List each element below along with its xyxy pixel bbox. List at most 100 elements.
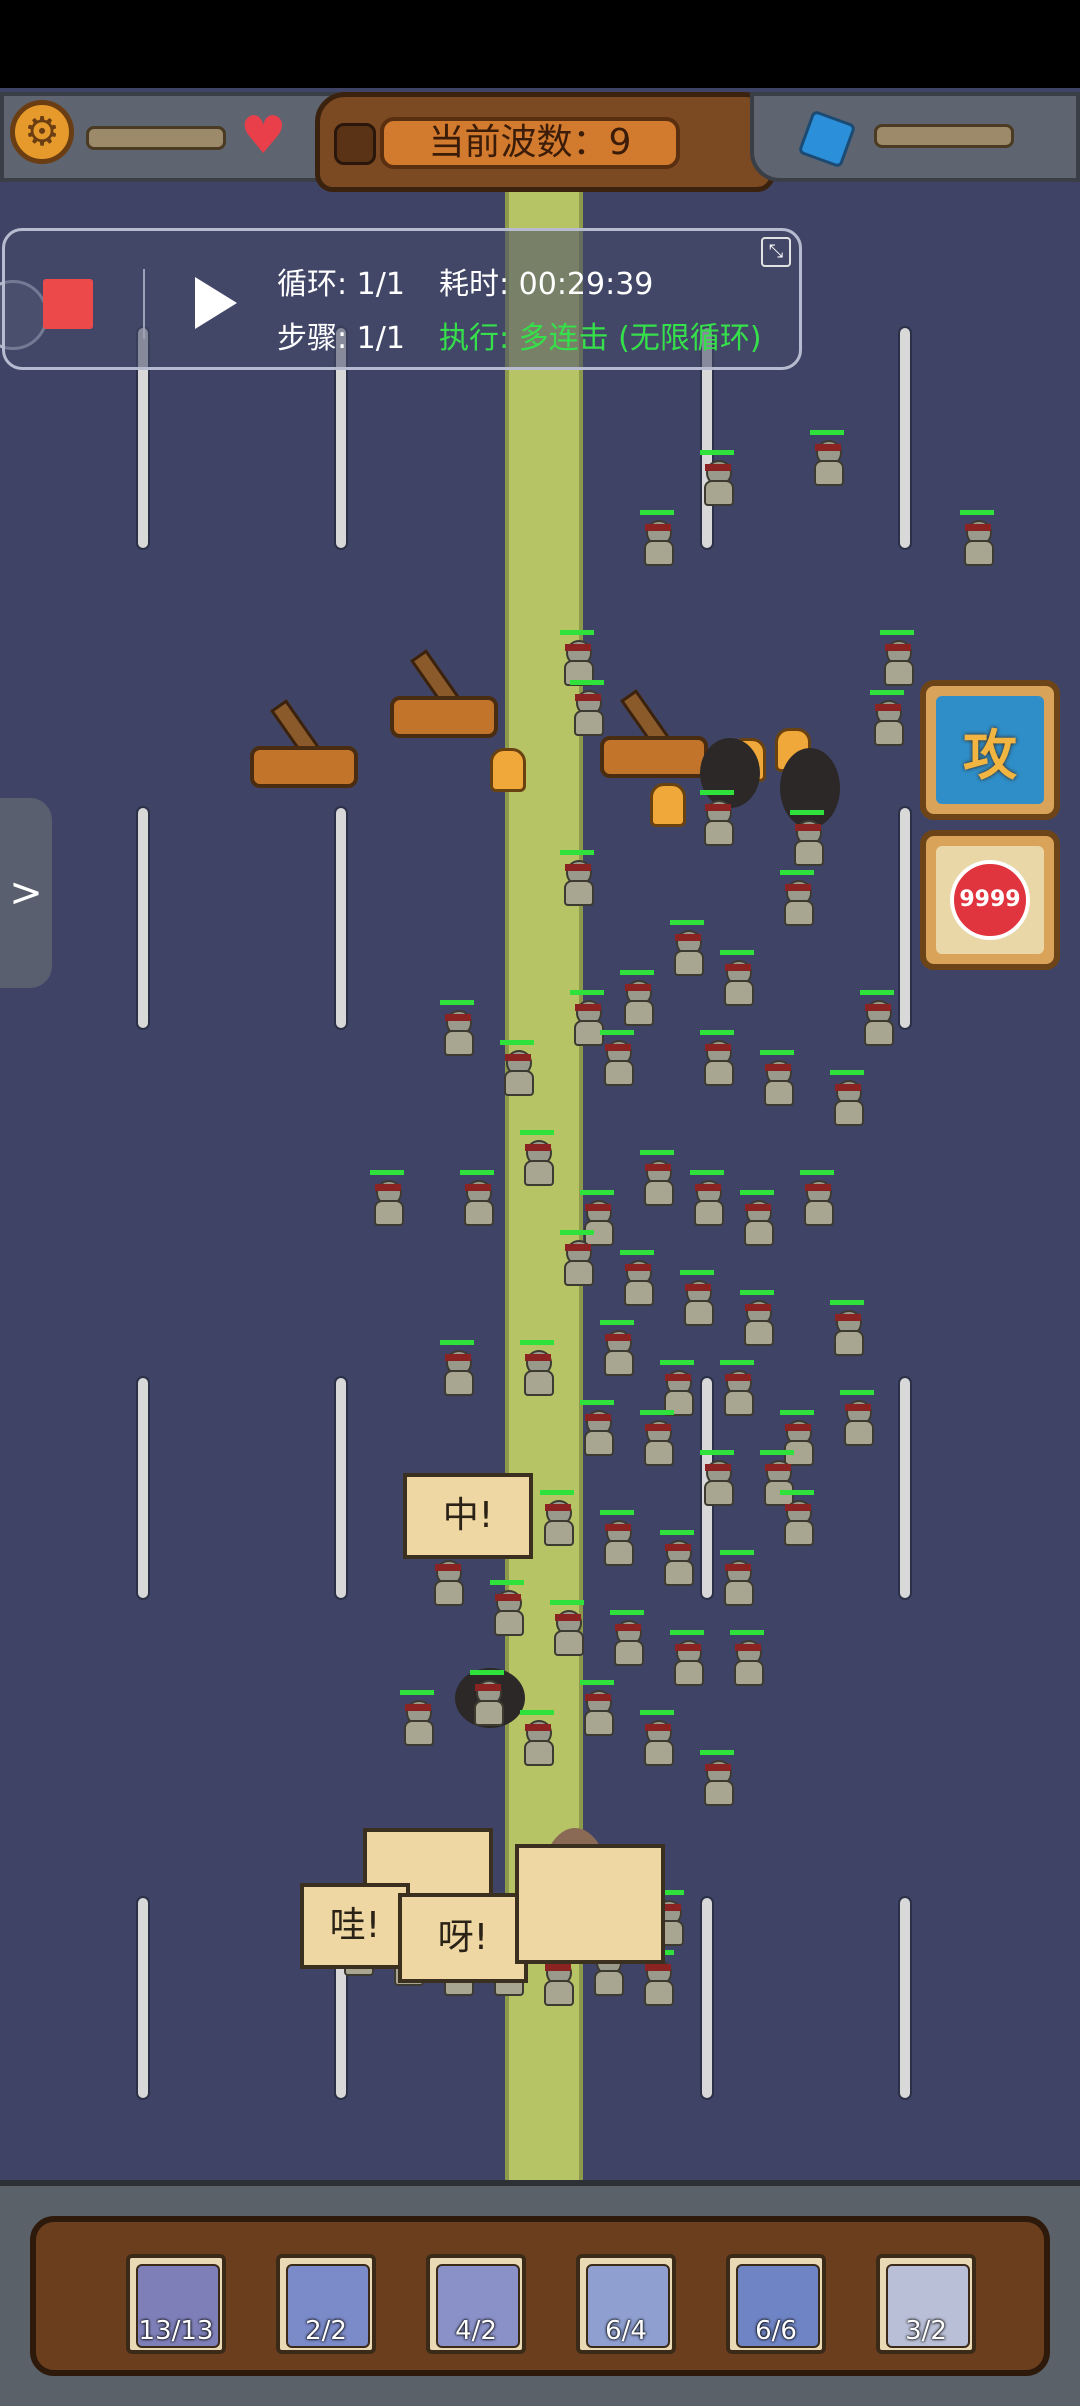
loop-text: 循环: 1/1	[277, 267, 405, 302]
soldier-unit	[700, 450, 734, 506]
soldier-unit	[470, 1670, 504, 1726]
gear-icon[interactable]: ⚙	[10, 100, 74, 164]
wave-icon	[334, 123, 376, 165]
lane-marker	[138, 808, 148, 1028]
soldier-unit	[660, 1360, 694, 1416]
wave-counter: 当前波数：9	[380, 117, 680, 169]
soldier-unit	[660, 1530, 694, 1586]
attack-label: 攻	[963, 723, 1017, 787]
soldier-unit	[560, 630, 594, 686]
soldier-unit	[550, 1600, 584, 1656]
unit-card-spartan-helmet[interactable]: 6/6	[726, 2254, 826, 2354]
stop-button[interactable]	[43, 279, 93, 329]
play-button[interactable]	[195, 277, 237, 329]
target-skill-button[interactable]: 9999	[920, 830, 1060, 970]
soldier-unit	[600, 1030, 634, 1086]
smoke-effect	[700, 738, 760, 808]
soldier-unit	[960, 510, 994, 566]
soldier-unit	[720, 950, 754, 1006]
macro-overlay: 循环: 1/1 耗时: 00:29:39 步骤: 1/1 执行: 多连击 (无限…	[2, 228, 802, 370]
soldier-unit	[700, 1450, 734, 1506]
monk-unit	[490, 748, 526, 792]
soldier-unit	[640, 1150, 674, 1206]
soldier-unit	[780, 1490, 814, 1546]
soldier-unit	[560, 1230, 594, 1286]
soldier-unit	[880, 630, 914, 686]
hud-left-panel: ⚙ ♥	[0, 92, 345, 182]
lane-marker	[336, 1378, 346, 1598]
unit-count: 13/13	[138, 2316, 214, 2346]
soldier-unit	[600, 1320, 634, 1376]
smoke-effect	[780, 748, 840, 828]
soldier-unit	[680, 1270, 714, 1326]
soldier-unit	[790, 810, 824, 866]
soldier-unit	[870, 690, 904, 746]
soldier-unit	[440, 1000, 474, 1056]
catapult	[390, 648, 500, 738]
soldier-unit	[640, 1410, 674, 1466]
unit-card-blonde-shield-hero[interactable]: 2/2	[276, 2254, 376, 2354]
soldier-unit	[600, 1510, 634, 1566]
soldier-unit	[580, 1400, 614, 1456]
soldier-unit	[640, 1950, 674, 2006]
heart-icon: ♥	[240, 106, 287, 166]
soldier-unit	[430, 1550, 464, 1606]
attack-skill-button[interactable]: 攻	[920, 680, 1060, 820]
lane-marker	[900, 808, 910, 1028]
unit-count: 4/2	[455, 2316, 497, 2346]
soldier-unit	[670, 920, 704, 976]
unit-card-yellow-robed-monk[interactable]: 4/2	[426, 2254, 526, 2354]
soldier-unit	[570, 990, 604, 1046]
soldier-unit	[830, 1300, 864, 1356]
speech-bubble: 哇!	[300, 1883, 410, 1969]
soldier-unit	[520, 1710, 554, 1766]
soldier-unit	[670, 1630, 704, 1686]
soldier-unit	[860, 990, 894, 1046]
bottom-panel: 13/13 2/2 4/2 6/4 6/6 3/2	[0, 2180, 1080, 2406]
soldier-unit	[580, 1190, 614, 1246]
executing-text: 执行: 多连击 (无限循环)	[439, 321, 762, 356]
soldier-unit	[520, 1130, 554, 1186]
lane-marker	[900, 1898, 910, 2098]
battlefield: 中! 哇! 呀!	[0, 88, 1080, 2400]
soldier-unit	[690, 1170, 724, 1226]
unit-count: 6/4	[605, 2316, 647, 2346]
soldier-unit	[740, 1290, 774, 1346]
lane-marker	[900, 1378, 910, 1598]
soldier-unit	[700, 1750, 734, 1806]
soldier-unit	[400, 1690, 434, 1746]
soldier-unit	[780, 870, 814, 926]
soldier-unit	[800, 1170, 834, 1226]
catapult	[600, 688, 710, 778]
catapult	[250, 698, 360, 788]
collapse-icon[interactable]: ⤡	[761, 237, 791, 267]
soldier-unit	[580, 1680, 614, 1736]
unit-card-catapult[interactable]: 3/2	[876, 2254, 976, 2354]
blue-cube-icon	[797, 109, 857, 169]
unit-count: 3/2	[905, 2316, 947, 2346]
status-bar	[0, 0, 1080, 88]
soldier-unit	[620, 970, 654, 1026]
soldier-unit	[840, 1390, 874, 1446]
soldier-unit	[720, 1550, 754, 1606]
soldier-unit	[540, 1950, 574, 2006]
soldier-unit	[780, 1410, 814, 1466]
unit-card-hooded-mage[interactable]: 13/13	[126, 2254, 226, 2354]
soldier-unit	[760, 1050, 794, 1106]
wave-banner: 当前波数：9	[315, 92, 775, 192]
soldier-unit	[570, 680, 604, 736]
soldier-unit	[620, 1250, 654, 1306]
health-bar	[86, 126, 226, 150]
lane-marker	[702, 1898, 712, 2098]
side-drawer-handle[interactable]: >	[0, 798, 52, 988]
soldier-unit	[760, 1450, 794, 1506]
soldier-unit	[640, 1710, 674, 1766]
unit-count: 6/6	[755, 2316, 797, 2346]
lane-marker	[900, 328, 910, 548]
speech-bubble: 中!	[403, 1473, 533, 1559]
unit-card-bear-warrior[interactable]: 6/4	[576, 2254, 676, 2354]
speech-bubble	[515, 1844, 665, 1964]
soldier-unit	[700, 1030, 734, 1086]
lane-marker	[138, 1378, 148, 1598]
resource-bar	[874, 124, 1014, 148]
